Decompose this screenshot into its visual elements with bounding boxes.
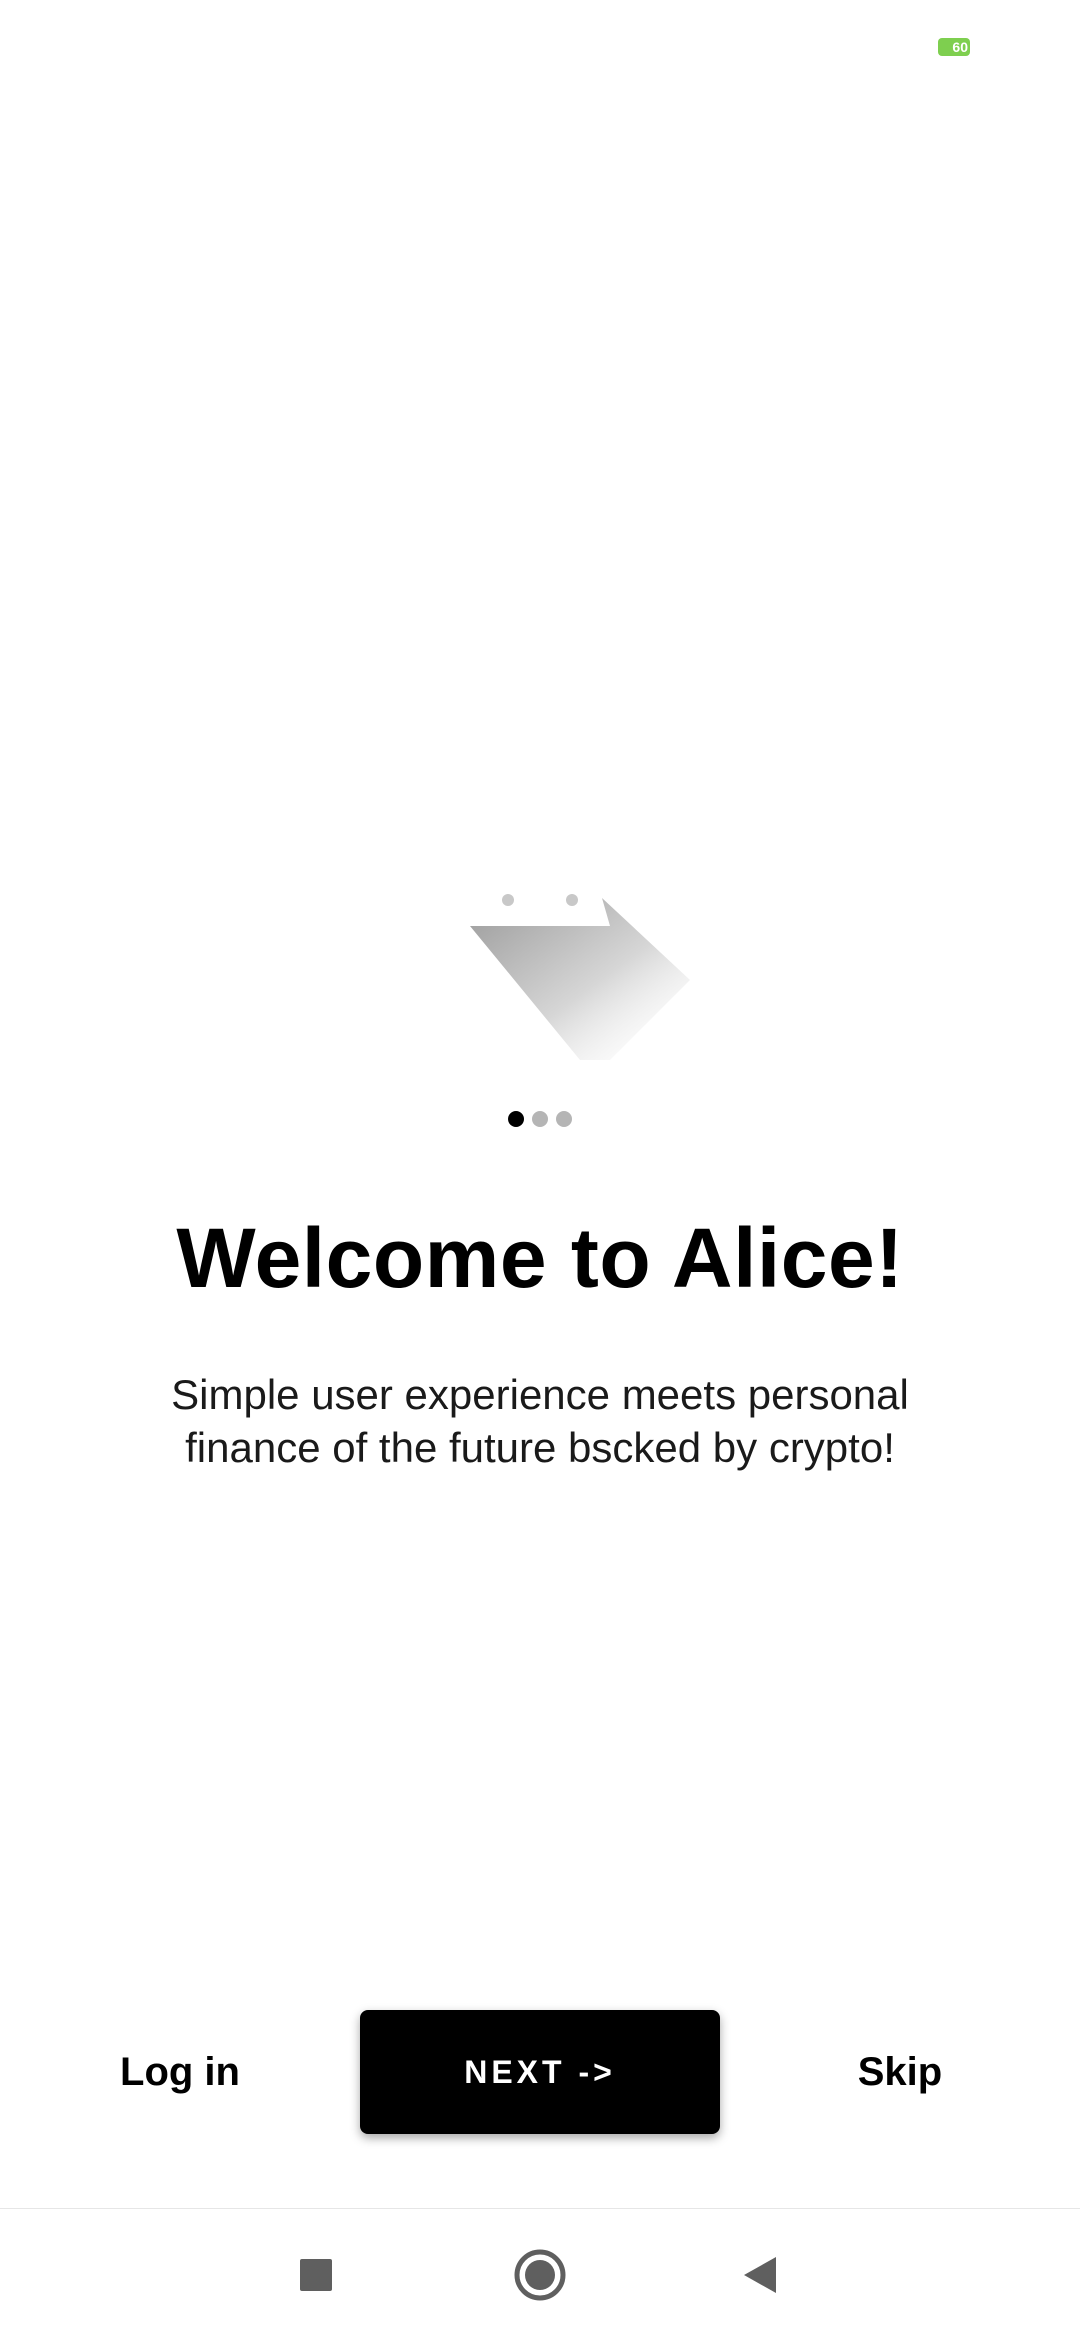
login-button[interactable]: Log in <box>60 2010 300 2134</box>
circle-icon <box>514 2249 566 2301</box>
welcome-subtitle: Simple user experience meets personal fi… <box>171 1371 909 1471</box>
home-button[interactable] <box>480 2209 600 2341</box>
page-dot-active[interactable] <box>508 1111 524 1127</box>
page-dot[interactable] <box>532 1111 548 1127</box>
decorative-dot <box>502 894 514 906</box>
onboarding-illustration <box>460 880 690 1070</box>
skip-button[interactable]: Skip <box>780 2010 1020 2134</box>
page-indicator <box>0 1108 1080 1130</box>
welcome-title: Welcome to Alice! <box>176 1211 904 1305</box>
battery-level: 60 <box>952 39 968 55</box>
square-icon <box>300 2259 332 2291</box>
status-bar: 60 <box>0 0 1080 96</box>
triangle-back-icon <box>744 2257 776 2293</box>
sliding-arrow-illustration <box>470 894 690 1060</box>
page-dot[interactable] <box>556 1111 572 1127</box>
arrow-shape <box>470 898 690 1060</box>
decorative-dot <box>566 894 578 906</box>
back-button[interactable] <box>700 2209 820 2341</box>
battery-icon: 60 <box>938 38 970 56</box>
navigation-bar <box>0 2208 1080 2341</box>
recents-button[interactable] <box>256 2209 376 2341</box>
next-button[interactable]: NEXT -> <box>360 2010 720 2134</box>
